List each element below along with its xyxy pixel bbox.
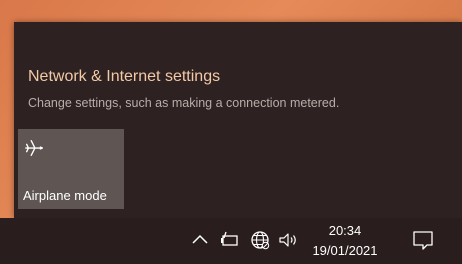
- network-flyout: Network & Internet settings Change setti…: [14, 22, 462, 218]
- chevron-up-icon[interactable]: [189, 229, 211, 251]
- clock-date: 19/01/2021: [312, 243, 378, 258]
- taskbar: 20:34 19/01/2021: [0, 218, 462, 264]
- settings-description: Change settings, such as making a connec…: [28, 96, 340, 110]
- airplane-mode-label: Airplane mode: [23, 188, 107, 203]
- system-clock[interactable]: 20:34 19/01/2021: [306, 221, 384, 261]
- network-internet-settings-link[interactable]: Network & Internet settings: [28, 68, 220, 86]
- airplane-icon: [25, 139, 43, 157]
- airplane-mode-tile[interactable]: Airplane mode: [18, 129, 124, 209]
- clock-time: 20:34: [328, 223, 362, 238]
- volume-icon[interactable]: [277, 229, 299, 251]
- notification-icon[interactable]: [411, 228, 435, 252]
- globe-network-icon[interactable]: [249, 229, 271, 251]
- battery-icon[interactable]: [219, 229, 241, 251]
